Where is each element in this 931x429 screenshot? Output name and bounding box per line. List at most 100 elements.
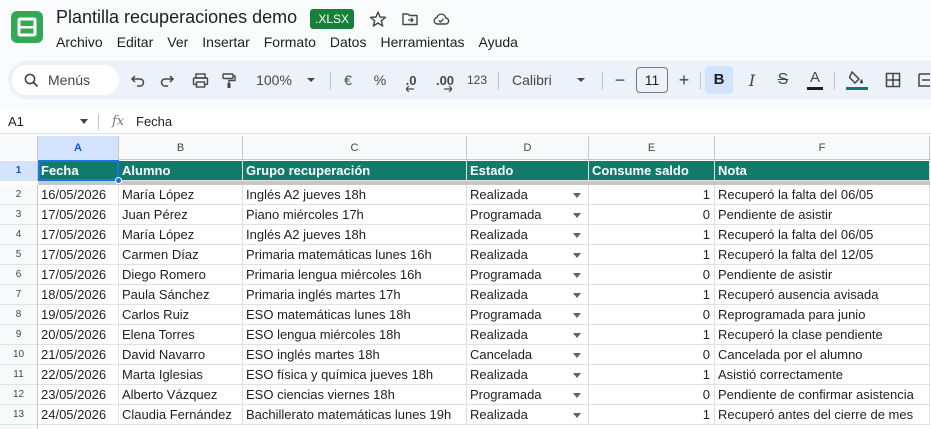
dropdown-caret-icon[interactable] [573,393,581,398]
menu-ayuda[interactable]: Ayuda [478,33,517,51]
star-icon[interactable] [369,10,387,28]
cell-nota[interactable]: Pendiente de confirmar asistencia [715,385,930,405]
row-number[interactable]: 6 [0,265,38,285]
column-header-a[interactable]: A [38,136,119,160]
move-to-folder-icon[interactable] [401,10,419,28]
cell-estado[interactable]: Realizada [467,245,589,265]
cell-grupo[interactable]: Primaria inglés martes 17h [243,285,467,305]
cell-estado[interactable]: Programada [467,265,589,285]
cell-consume-saldo[interactable]: 0 [589,265,715,285]
cell-nota[interactable]: Pendiente de asistir [715,265,930,285]
zoom-select[interactable]: 100% [252,61,322,99]
column-header-b[interactable]: B [119,136,243,160]
decrease-font-size-button[interactable]: − [610,61,630,99]
cell-consume-saldo[interactable]: 0 [589,385,715,405]
cell-grupo[interactable]: Primaria lengua miércoles 16h [243,265,467,285]
dropdown-caret-icon[interactable] [573,373,581,378]
redo-button[interactable] [156,61,178,99]
menu-insertar[interactable]: Insertar [202,33,249,51]
fill-handle[interactable] [115,177,122,184]
cell-estado[interactable]: Programada [467,385,589,405]
increase-font-size-button[interactable]: + [674,61,694,99]
cell-alumno[interactable]: María López [119,185,243,205]
cell-consume-saldo[interactable]: 1 [589,225,715,245]
cell-alumno[interactable]: Juan Pérez [119,205,243,225]
cell-nota[interactable]: Recuperó la falta del 06/05 [715,225,930,245]
dropdown-caret-icon[interactable] [573,213,581,218]
cell-fecha[interactable]: 20/05/2026 [38,325,119,345]
dropdown-caret-icon[interactable] [573,233,581,238]
cell-nota[interactable]: Recuperó ausencia avisada [715,285,930,305]
cell-estado[interactable]: Realizada [467,285,589,305]
row-number[interactable]: 8 [0,305,38,325]
cell-nota[interactable]: Recuperó antes del cierre de mes [715,405,930,425]
cell-grupo[interactable]: ESO inglés martes 18h [243,345,467,365]
formula-input[interactable]: Fecha [136,114,172,129]
cell-fecha[interactable]: 17/05/2026 [38,225,119,245]
cell-nota[interactable]: Cancelada por el alumno [715,345,930,365]
cell-estado[interactable]: Realizada [467,405,589,425]
column-header-f[interactable]: F [715,136,930,160]
bold-button[interactable]: B [705,66,733,94]
cell-consume-saldo[interactable]: 0 [589,205,715,225]
header-cell-estado[interactable]: Estado [467,161,589,181]
menu-search-box[interactable]: Menús [12,65,119,95]
cell-grupo[interactable]: ESO física y química jueves 18h [243,365,467,385]
header-cell-alumno[interactable]: Alumno [119,161,243,181]
row-number[interactable]: 3 [0,205,38,225]
cell-consume-saldo[interactable]: 1 [589,185,715,205]
cell-nota[interactable]: Recuperó la falta del 12/05 [715,245,930,265]
cell-fecha[interactable]: 18/05/2026 [38,285,119,305]
row-number[interactable]: 10 [0,345,38,365]
row-number[interactable]: 12 [0,385,38,405]
cell-nota[interactable]: Pendiente de asistir [715,205,930,225]
borders-button[interactable] [882,61,904,99]
select-all-corner[interactable] [0,136,38,160]
name-box[interactable]: A1 [8,114,24,129]
menu-editar[interactable]: Editar [117,33,154,51]
cell-fecha[interactable]: 17/05/2026 [38,265,119,285]
cell-grupo[interactable]: Inglés A2 jueves 18h [243,225,467,245]
cell-alumno[interactable]: María López [119,225,243,245]
row-number[interactable]: 5 [0,245,38,265]
row-number[interactable] [0,425,38,429]
row-number[interactable]: 4 [0,225,38,245]
text-color-button[interactable]: A [804,61,826,99]
dropdown-caret-icon[interactable] [573,193,581,198]
cell-grupo[interactable]: Bachillerato matemáticas lunes 19h [243,405,467,425]
cell-alumno[interactable]: Elena Torres [119,325,243,345]
currency-format-button[interactable]: € [338,61,358,99]
row-number[interactable]: 11 [0,365,38,385]
italic-button[interactable]: I [741,61,763,99]
header-cell-nota[interactable]: Nota [715,161,930,181]
font-size-input[interactable]: 11 [636,67,668,93]
header-cell-grupo[interactable]: Grupo recuperación [243,161,467,181]
cell-alumno[interactable]: Diego Romero [119,265,243,285]
dropdown-caret-icon[interactable] [573,353,581,358]
decrease-decimals-button[interactable]: .0 [398,61,424,99]
cell-alumno[interactable]: Marta Iglesias [119,365,243,385]
strikethrough-button[interactable]: S [772,61,794,99]
cell-grupo[interactable]: ESO lengua miércoles 18h [243,325,467,345]
cell-estado[interactable]: Programada [467,205,589,225]
cell-alumno[interactable]: David Navarro [119,345,243,365]
chevron-down-icon[interactable] [80,119,88,124]
cell-grupo[interactable]: Inglés A2 jueves 18h [243,185,467,205]
cell-alumno[interactable]: Claudia Fernández [119,405,243,425]
cell-consume-saldo[interactable]: 1 [589,325,715,345]
row-number[interactable]: 9 [0,325,38,345]
cell-fecha[interactable]: 22/05/2026 [38,365,119,385]
percent-format-button[interactable]: % [370,61,390,99]
increase-decimals-button[interactable]: .00 [430,61,460,99]
menu-ver[interactable]: Ver [167,33,188,51]
cell-estado[interactable]: Cancelada [467,345,589,365]
column-header-e[interactable]: E [589,136,715,160]
row-number[interactable]: 7 [0,285,38,305]
dropdown-caret-icon[interactable] [573,413,581,418]
cell-grupo[interactable]: Piano miércoles 17h [243,205,467,225]
paint-format-button[interactable] [218,61,240,99]
cell-alumno[interactable]: Carmen Díaz [119,245,243,265]
menu-herramientas[interactable]: Herramientas [380,33,464,51]
cell-nota[interactable]: Reprogramada para junio [715,305,930,325]
row-number[interactable]: 1 [0,161,38,181]
